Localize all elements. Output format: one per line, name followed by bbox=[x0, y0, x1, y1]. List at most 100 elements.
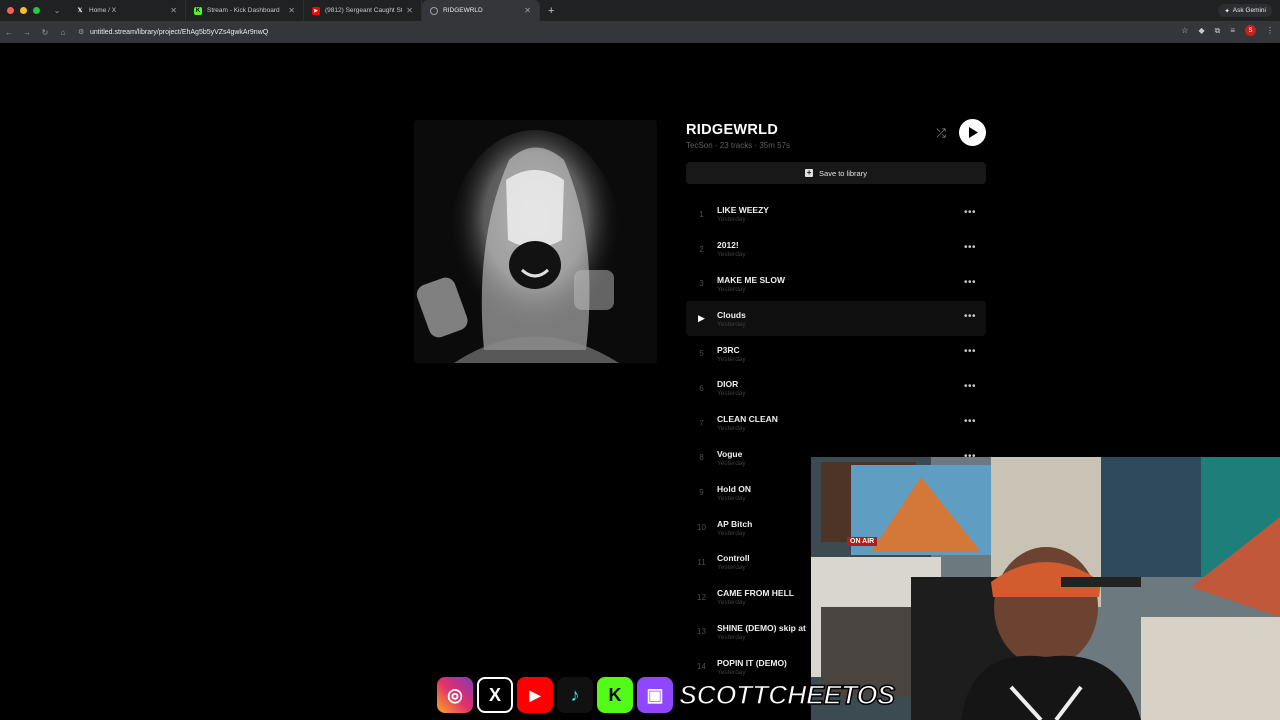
tab-title: Home / X bbox=[89, 7, 117, 14]
tab-title: RIDGEWRLD bbox=[443, 7, 483, 14]
track-name: 2012! bbox=[717, 240, 739, 251]
maximize-window-button[interactable] bbox=[33, 7, 40, 14]
track-number: 14 bbox=[697, 662, 706, 672]
on-air-sign: ON AIR bbox=[847, 537, 878, 546]
more-options-icon[interactable]: ••• bbox=[964, 311, 976, 322]
track-info: P3RC Yesterday bbox=[717, 345, 986, 363]
tab-search-icon[interactable]: ⌄ bbox=[50, 4, 64, 18]
x-icon: 𝕏 bbox=[77, 8, 83, 14]
track-number: 7 bbox=[699, 418, 704, 428]
kick-icon: K bbox=[597, 677, 633, 713]
more-options-icon[interactable]: ••• bbox=[964, 416, 976, 427]
add-icon: + bbox=[805, 168, 814, 177]
tiktok-icon: ♪ bbox=[557, 677, 593, 713]
browser-toolbar: ← → ↻ ⌂ ⚙ untitled.stream/library/projec… bbox=[0, 21, 1280, 43]
track-name: LIKE WEEZY bbox=[717, 205, 769, 216]
kick-icon: K bbox=[194, 6, 202, 15]
play-album-button[interactable] bbox=[959, 119, 986, 146]
tab-title: Stream - Kick Dashboard bbox=[207, 7, 280, 14]
back-icon[interactable]: ← bbox=[0, 28, 18, 37]
more-options-icon[interactable]: ••• bbox=[964, 207, 976, 218]
forward-icon[interactable]: → bbox=[18, 28, 36, 37]
gemini-icon: ✦ bbox=[1224, 7, 1230, 15]
save-to-library-button[interactable]: + Save to library bbox=[686, 162, 986, 184]
track-info: CLEAN CLEAN Yesterday bbox=[717, 414, 986, 432]
ask-gemini-label: Ask Gemini bbox=[1232, 7, 1266, 14]
address-bar[interactable]: ⚙ untitled.stream/library/project/EhAg5b… bbox=[78, 24, 1133, 40]
track-number: 1 bbox=[699, 209, 704, 219]
toolbar-actions: ☆ ◆ ⧉ ≡ S ⋮ bbox=[1181, 25, 1274, 36]
track-date: Yesterday bbox=[717, 285, 746, 293]
track-number: 2 bbox=[699, 244, 704, 254]
instagram-icon: ◎ bbox=[437, 677, 473, 713]
track-number: 10 bbox=[697, 523, 706, 533]
window-controls bbox=[7, 7, 40, 14]
more-options-icon[interactable]: ••• bbox=[964, 242, 976, 253]
track-name: Clouds bbox=[717, 309, 746, 320]
track-info: MAKE ME SLOW Yesterday bbox=[717, 275, 986, 293]
track-row[interactable]: 1 LIKE WEEZY Yesterday ••• bbox=[686, 197, 986, 232]
track-row[interactable]: 3 MAKE ME SLOW Yesterday ••• bbox=[686, 267, 986, 302]
streamer-handle: SCOTTCHEETOS bbox=[678, 679, 896, 711]
track-number: 3 bbox=[699, 279, 704, 289]
site-info-icon[interactable]: ⚙ bbox=[78, 28, 90, 36]
profile-avatar[interactable]: S bbox=[1245, 25, 1256, 36]
more-options-icon[interactable]: ••• bbox=[964, 277, 976, 288]
track-date: Yesterday bbox=[717, 320, 746, 328]
twitch-icon: ▣ bbox=[637, 677, 673, 713]
tab-groups-icon[interactable]: ≡ bbox=[1230, 26, 1235, 35]
track-info: 2012! Yesterday bbox=[717, 240, 986, 258]
more-options-icon[interactable]: ••• bbox=[964, 346, 976, 357]
browser-tab-strip: ⌄ 𝕏 Home / X ✕ K Stream - Kick Dashboard… bbox=[0, 0, 1280, 21]
globe-icon bbox=[430, 6, 438, 15]
track-number: 5 bbox=[699, 349, 704, 359]
track-date: Yesterday bbox=[717, 355, 746, 363]
track-number: 6 bbox=[699, 383, 704, 393]
track-row[interactable]: 2 2012! Yesterday ••• bbox=[686, 232, 986, 267]
track-number: 11 bbox=[697, 557, 706, 567]
track-name: MAKE ME SLOW bbox=[717, 274, 785, 285]
more-options-icon[interactable]: ••• bbox=[964, 381, 976, 392]
minimize-window-button[interactable] bbox=[20, 7, 27, 14]
tab-youtube[interactable]: ▶ (9812) Sergeant Caught Stea ✕ bbox=[304, 0, 422, 21]
album-cover-image bbox=[414, 120, 657, 363]
menu-kebab-icon[interactable]: ⋮ bbox=[1266, 26, 1274, 35]
tab-kick-dashboard[interactable]: K Stream - Kick Dashboard ✕ bbox=[186, 0, 304, 21]
youtube-icon: ▶ bbox=[312, 6, 320, 15]
tab-title: (9812) Sergeant Caught Stea bbox=[325, 7, 403, 14]
track-info: DIOR Yesterday bbox=[717, 379, 986, 397]
track-date: Yesterday bbox=[717, 216, 746, 224]
home-icon[interactable]: ⌂ bbox=[54, 28, 72, 37]
tab-ridgewrld[interactable]: RIDGEWRLD ✕ bbox=[422, 0, 540, 21]
ask-gemini-button[interactable]: ✦ Ask Gemini bbox=[1218, 4, 1272, 17]
new-tab-button[interactable]: + bbox=[548, 5, 554, 17]
close-tab-icon[interactable]: ✕ bbox=[170, 6, 177, 15]
track-row[interactable]: 7 CLEAN CLEAN Yesterday ••• bbox=[686, 406, 986, 441]
album-meta: TecSon · 23 tracks · 35m 57s bbox=[686, 141, 791, 150]
youtube-icon: ▶ bbox=[517, 677, 553, 713]
close-tab-icon[interactable]: ✕ bbox=[524, 6, 531, 15]
play-icon bbox=[968, 127, 978, 138]
reload-icon[interactable]: ↻ bbox=[36, 28, 54, 37]
cover-art-graphic bbox=[414, 120, 657, 363]
shuffle-icon[interactable]: ⤮ bbox=[933, 125, 949, 141]
close-window-button[interactable] bbox=[7, 7, 14, 14]
track-number: 8 bbox=[699, 453, 704, 463]
close-tab-icon[interactable]: ✕ bbox=[288, 6, 295, 15]
track-name: P3RC bbox=[717, 344, 740, 355]
save-to-library-label: Save to library bbox=[819, 168, 867, 178]
tab-home-x[interactable]: 𝕏 Home / X ✕ bbox=[68, 0, 186, 21]
track-info: Clouds Yesterday bbox=[717, 310, 986, 328]
track-row[interactable]: 5 P3RC Yesterday ••• bbox=[686, 336, 986, 371]
url-text: untitled.stream/library/project/EhAg5b5y… bbox=[90, 28, 269, 36]
extensions-puzzle-icon[interactable]: ⧉ bbox=[1215, 26, 1221, 36]
album-title: RIDGEWRLD bbox=[686, 122, 779, 138]
track-number: 9 bbox=[699, 488, 704, 498]
track-row[interactable]: ▶ Clouds Yesterday ••• bbox=[686, 301, 986, 337]
track-row[interactable]: 6 DIOR Yesterday ••• bbox=[686, 371, 986, 406]
close-tab-icon[interactable]: ✕ bbox=[406, 6, 413, 15]
bookmark-star-icon[interactable]: ☆ bbox=[1181, 26, 1188, 35]
extension-icon[interactable]: ◆ bbox=[1198, 26, 1204, 35]
track-date: Yesterday bbox=[717, 251, 746, 259]
play-track-icon[interactable]: ▶ bbox=[686, 313, 717, 324]
